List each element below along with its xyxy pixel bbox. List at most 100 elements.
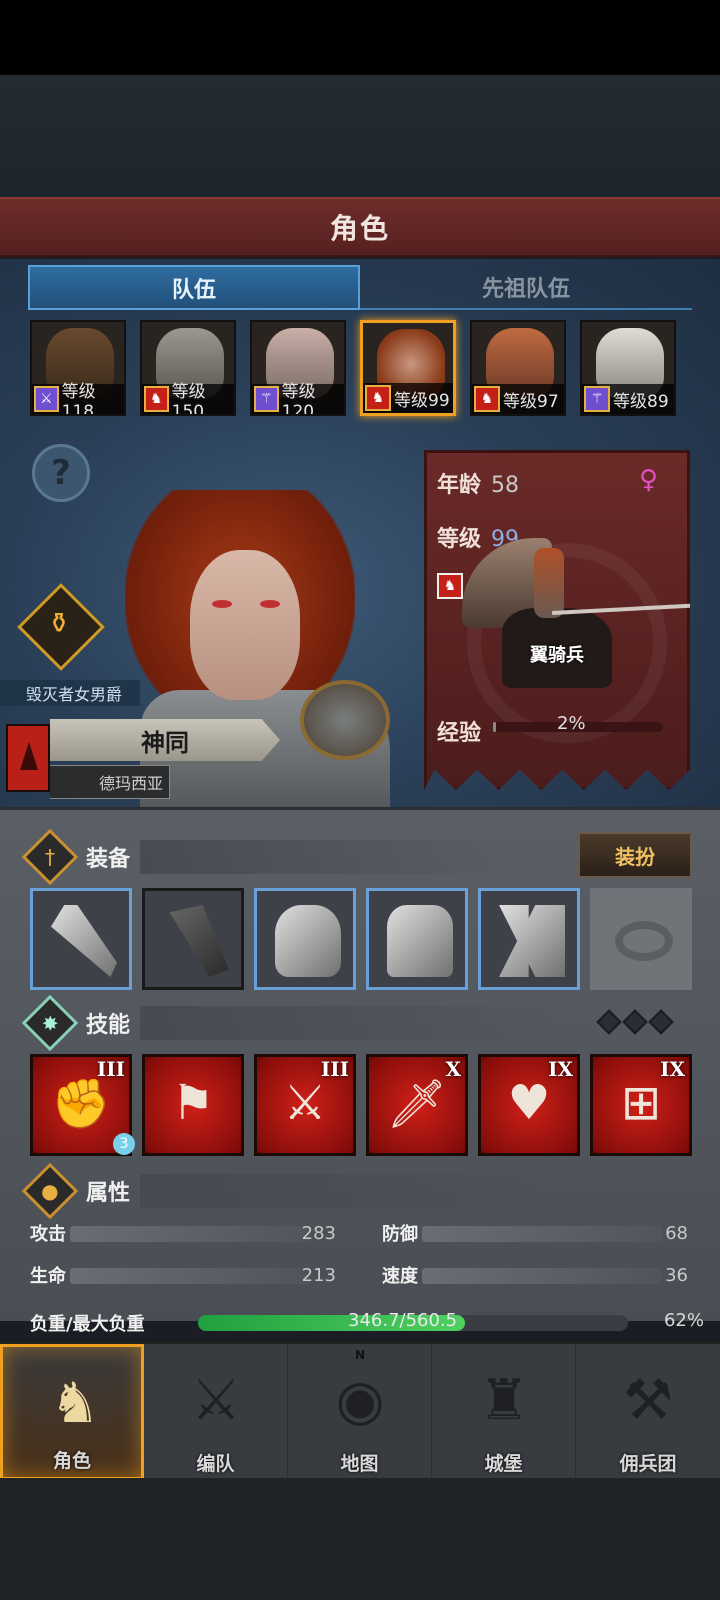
dumbbell-icon: ⊞	[620, 1075, 662, 1131]
potion-icon: ⚱	[47, 606, 71, 640]
equipment-slots	[30, 888, 692, 990]
female-icon: ♀	[639, 465, 659, 495]
hero-level-bar: ♞ 等级99	[363, 383, 453, 413]
knight-icon: ♞	[49, 1370, 101, 1436]
mace-icon	[51, 905, 117, 977]
equip-slot-boots[interactable]	[478, 888, 580, 990]
character-title: 毁灭者女男爵	[0, 680, 140, 706]
skill-slot-indicators	[596, 1009, 674, 1035]
xp-bar-fill	[493, 722, 497, 732]
staff-icon: ⚚	[254, 386, 279, 412]
nav-map[interactable]: ◉ 地图	[288, 1344, 432, 1480]
equip-slot-weapon[interactable]	[30, 888, 132, 990]
hero-level: 等级118	[61, 381, 96, 416]
fist-icon: ✊	[51, 1076, 111, 1132]
hero-level: 等级99	[394, 390, 450, 411]
weight-percent: 62%	[663, 1310, 704, 1331]
helmet-icon	[275, 905, 341, 977]
skill-list: ✊ III 3 ⚑ ⚔ III 🗡 X ♥ IX ⊞ IX	[30, 1054, 692, 1156]
faction-banner-icon	[6, 724, 50, 792]
diamond-icon	[622, 1009, 648, 1035]
nav-formation[interactable]: ⚔ 编队	[144, 1344, 288, 1480]
equip-slot-ring[interactable]	[590, 888, 692, 990]
attributes-header: ● 属性	[21, 1162, 561, 1220]
flag-icon	[169, 905, 229, 977]
equip-slot-helmet[interactable]	[254, 888, 356, 990]
page-title: 角色	[329, 212, 390, 245]
equip-slot-offhand[interactable]	[142, 888, 244, 990]
character-name: 神同	[50, 719, 280, 761]
compass-icon: ◉	[335, 1367, 385, 1433]
help-button[interactable]: ?	[32, 444, 90, 502]
castle-icon: ♜	[478, 1367, 530, 1433]
skill-stack-count: 3	[113, 1133, 135, 1155]
character-realm: 德玛西亚	[50, 765, 170, 799]
hero-level: 等级89	[613, 391, 669, 412]
dress-up-button[interactable]: 装扮	[578, 832, 692, 878]
hero-level: 等级120	[281, 381, 316, 416]
dagger-icon: †	[45, 845, 55, 869]
nav-mercenary[interactable]: ⚒ 佣兵团	[576, 1344, 720, 1480]
equip-slot-armor[interactable]	[366, 888, 468, 990]
hero-card-1[interactable]: ⚔ 等级118	[30, 320, 126, 416]
star-icon: ✸	[41, 1010, 59, 1035]
hero-card-3[interactable]: ⚚ 等级120	[250, 320, 346, 416]
sword-vs-person-icon: ⚔	[283, 1075, 327, 1131]
winged-hussar-figure	[462, 538, 690, 693]
horse-icon: ♞	[144, 386, 169, 412]
skill-5[interactable]: ♥ IX	[478, 1054, 580, 1156]
hero-level: 等级150	[171, 381, 206, 416]
stat-defense: 防御 68	[382, 1222, 688, 1246]
bottom-nav: ♞ 角色 ⚔ 编队 ◉ 地图 ♜ 城堡 ⚒ 佣兵团	[0, 1342, 720, 1480]
mercenary-icon: ⚒	[622, 1367, 674, 1433]
horse-icon: ♞	[474, 386, 500, 412]
tab-team[interactable]: 队伍	[28, 265, 360, 310]
tab-ancestor-team[interactable]: 先祖队伍	[360, 265, 692, 310]
hero-card-6[interactable]: ⚚ 等级89	[580, 320, 676, 416]
hero-level-bar: ⚚ 等级89	[582, 384, 674, 414]
sword-icon: 🗡	[386, 1076, 448, 1132]
character-info-banner: 年龄 58 ♀ 等级 99 ♞ 翼骑兵 经验 2%	[424, 450, 690, 790]
skills-header: ✸ 技能	[21, 994, 561, 1052]
top-spacer	[0, 75, 720, 197]
diamond-icon	[596, 1009, 622, 1035]
stat-attack: 攻击 283	[30, 1222, 336, 1246]
skill-2[interactable]: ⚑	[142, 1054, 244, 1156]
hero-level-bar: ♞ 等级150	[142, 382, 234, 414]
skill-4[interactable]: 🗡 X	[366, 1054, 468, 1156]
formation-icon: ⚔	[190, 1367, 242, 1433]
xp-percent: 2%	[557, 713, 586, 734]
equipment-header: † 装备	[21, 828, 521, 886]
heart-icon: ♥	[507, 1075, 551, 1131]
weight-value: 346.7/560.5	[348, 1310, 458, 1331]
staff-icon: ⚚	[584, 386, 610, 412]
hero-selector: ⚔ 等级118 ♞ 等级150 ⚚ 等级120 ♞ 等级99 ♞ 等级97 ⚚ 等级89	[30, 320, 690, 416]
nav-character[interactable]: ♞ 角色	[0, 1344, 144, 1480]
xp-label: 经验	[437, 721, 482, 746]
diamond-icon	[648, 1009, 674, 1035]
ring-icon	[615, 921, 673, 961]
horse-icon: ♞	[365, 385, 391, 411]
hero-level: 等级97	[503, 391, 559, 412]
stat-hp: 生命 213	[30, 1264, 336, 1288]
banner-icon: ⚑	[171, 1075, 215, 1131]
hero-card-5[interactable]: ♞ 等级97	[470, 320, 566, 416]
status-bar-area	[0, 0, 720, 75]
horse-icon: ♞	[437, 573, 463, 599]
boots-icon	[499, 905, 565, 977]
nav-castle[interactable]: ♜ 城堡	[432, 1344, 576, 1480]
skill-1[interactable]: ✊ III 3	[30, 1054, 135, 1156]
person-icon: ●	[41, 1178, 59, 1203]
bottom-spacer	[0, 1478, 720, 1600]
armor-icon	[387, 905, 453, 977]
age-row: 年龄 58	[437, 473, 520, 498]
stat-speed: 速度 36	[382, 1264, 688, 1288]
skill-3[interactable]: ⚔ III	[254, 1054, 356, 1156]
hero-level-bar: ⚚ 等级120	[252, 382, 344, 414]
hero-card-2[interactable]: ♞ 等级150	[140, 320, 236, 416]
skill-6[interactable]: ⊞ IX	[590, 1054, 692, 1156]
compass-north-label: N	[355, 1348, 366, 1362]
sword-icon: ⚔	[34, 386, 59, 412]
hero-level-bar: ♞ 等级97	[472, 384, 564, 414]
hero-card-4[interactable]: ♞ 等级99	[360, 320, 456, 416]
